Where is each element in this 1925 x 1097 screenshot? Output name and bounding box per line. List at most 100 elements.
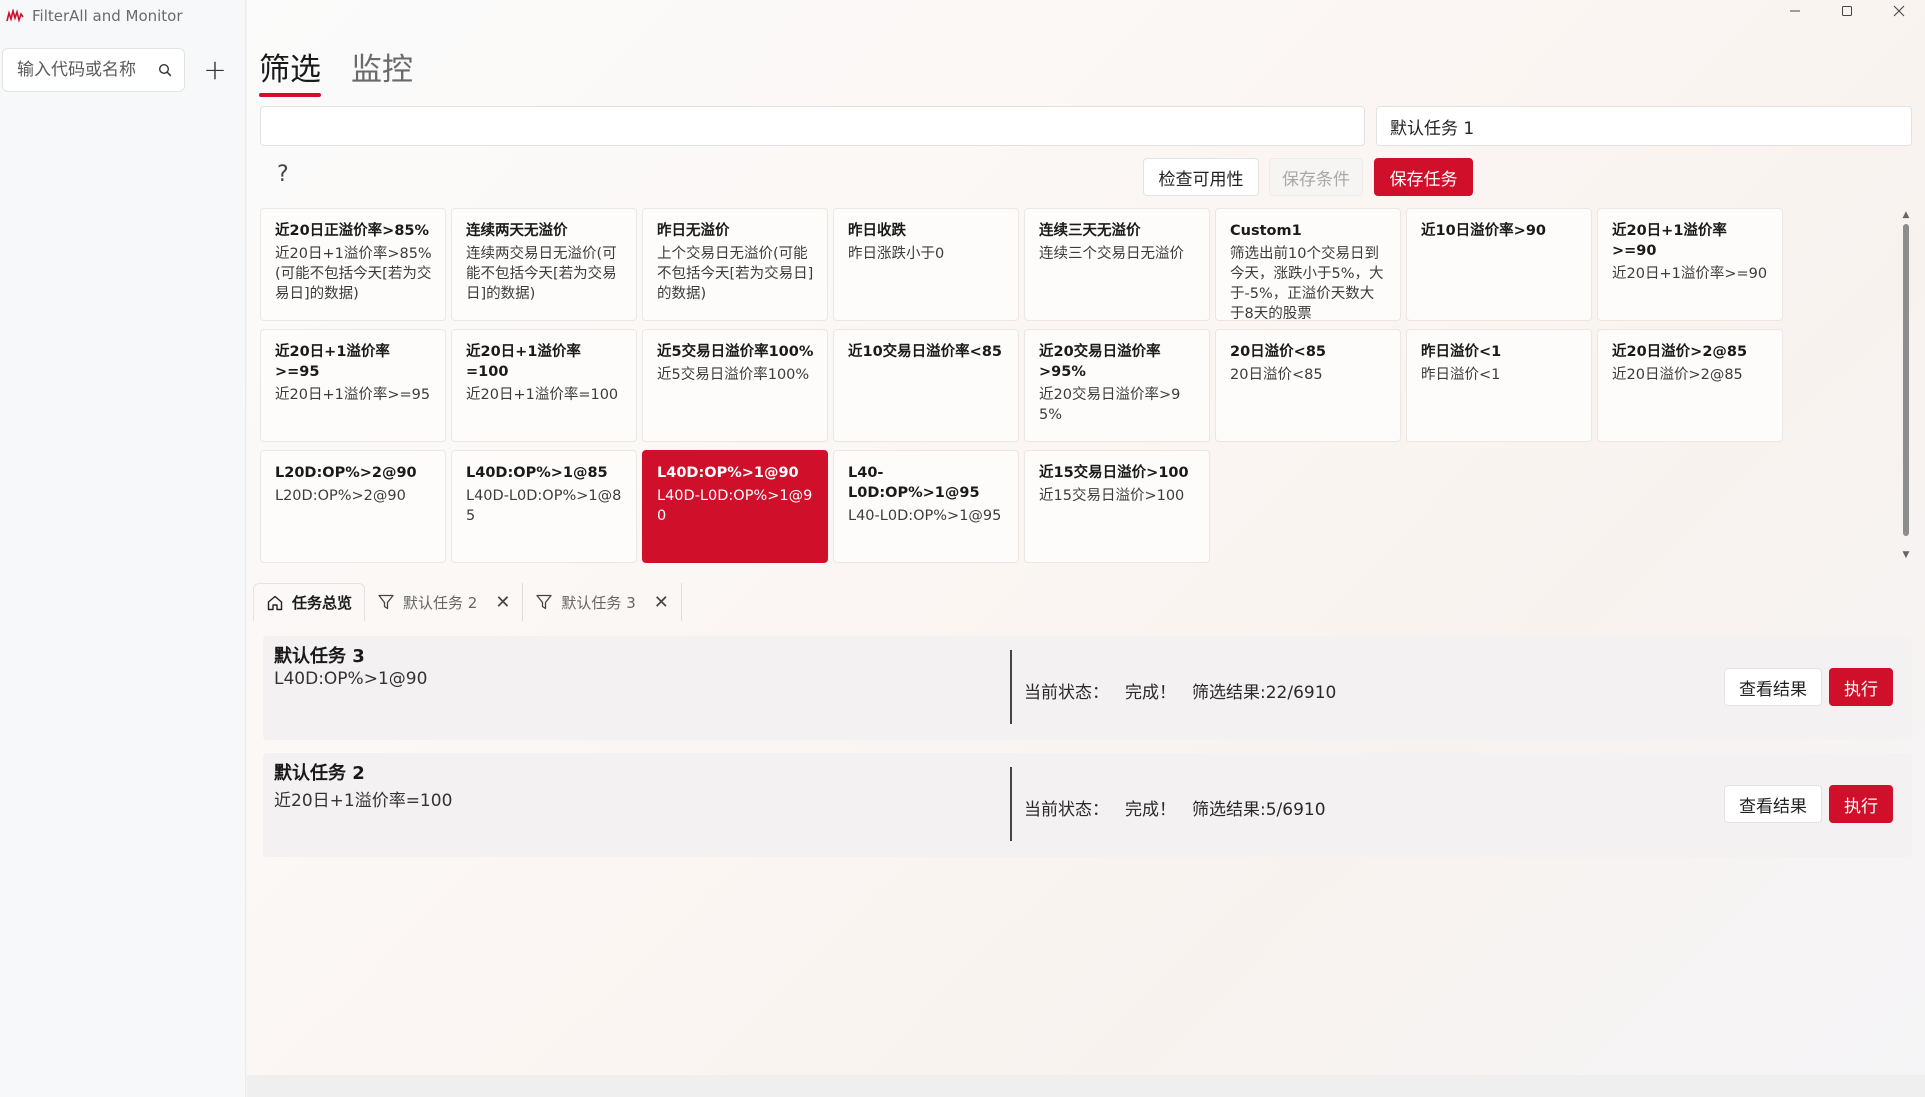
- tab-filter[interactable]: 筛选: [259, 44, 321, 97]
- condition-scrollbar[interactable]: ▲ ▼: [1901, 210, 1911, 560]
- condition-card[interactable]: 近20日溢价>2@85 近20日溢价>2@85: [1597, 329, 1783, 442]
- close-icon[interactable]: ✕: [495, 592, 510, 613]
- condition-title: 近20日+1溢价率>=95: [275, 344, 390, 380]
- condition-title: 近20日+1溢价率>=90: [1612, 223, 1727, 259]
- condition-title: 近10交易日溢价率<85: [848, 344, 1003, 360]
- condition-card[interactable]: 近20日+1溢价率=100 近20日+1溢价率=100: [451, 329, 637, 442]
- condition-title: 昨日无溢价: [657, 223, 730, 239]
- condition-title: Custom1: [1230, 223, 1302, 239]
- tab-label: 任务总览: [292, 594, 353, 612]
- tab-label: 默认任务 3: [561, 593, 636, 612]
- condition-card[interactable]: 近10交易日溢价率<85: [833, 329, 1019, 442]
- condition-title: 昨日收跌: [848, 223, 906, 239]
- status-label: 当前状态：: [1024, 800, 1109, 820]
- run-button[interactable]: 执行: [1829, 785, 1893, 823]
- condition-card[interactable]: 昨日收跌昨日涨跌小于0: [833, 208, 1019, 321]
- condition-title: 20日溢价<85: [1230, 344, 1327, 360]
- tab-task-2[interactable]: 默认任务 2 ✕: [365, 583, 524, 621]
- check-availability-button[interactable]: 检查可用性: [1143, 158, 1259, 196]
- condition-card[interactable]: 近10日溢价率>90: [1406, 208, 1592, 321]
- filter-icon: [536, 594, 553, 610]
- main-area: 筛选 监控 ? 检查可用性 保存条件 保存任务 近20日正溢价率>85%近20日…: [247, 0, 1925, 1097]
- condition-card[interactable]: 近20日+1溢价率>=90 近20日+1溢价率>=90: [1597, 208, 1783, 321]
- condition-desc: 近20日+1溢价率>=95: [275, 387, 431, 403]
- save-task-button[interactable]: 保存任务: [1374, 158, 1473, 196]
- tab-task-overview[interactable]: 任务总览: [253, 583, 366, 621]
- task-status: 当前状态： 完成！ 筛选结果:22/6910: [1024, 678, 1336, 703]
- condition-card[interactable]: 近20日正溢价率>85% 近20日+1溢价率>85%(可能不包括今天[若为交易日]…: [260, 208, 446, 321]
- condition-desc: L40D-L0D:OP%>1@85: [466, 488, 622, 524]
- condition-card[interactable]: 昨日无溢价上个交易日无溢价(可能不包括今天[若为交易日]的数据): [642, 208, 828, 321]
- help-button[interactable]: ?: [277, 162, 289, 187]
- condition-desc: 上个交易日无溢价(可能不包括今天[若为交易日]的数据): [657, 246, 814, 302]
- condition-desc: 近20日溢价>2@85: [1612, 367, 1743, 383]
- condition-card[interactable]: 连续三天无溢价 连续三个交易日无溢价: [1024, 208, 1210, 321]
- condition-card[interactable]: 近5交易日溢价率100% 近5交易日溢价率100%: [642, 329, 828, 442]
- condition-title: 近20交易日溢价率>95%: [1039, 344, 1161, 380]
- home-icon: [267, 595, 283, 610]
- status-value: 完成！: [1125, 800, 1176, 820]
- condition-desc: 筛选出前10个交易日到今天，涨跌小于5%，大于-5%，正溢价天数大于8天的股票: [1230, 246, 1384, 321]
- run-button[interactable]: 执行: [1829, 668, 1893, 706]
- tab-task-3[interactable]: 默认任务 3 ✕: [523, 583, 682, 621]
- condition-card[interactable]: L20D:OP%>2@90 L20D:OP%>2@90: [260, 450, 446, 563]
- condition-desc: 近15交易日溢价>100: [1039, 488, 1185, 504]
- condition-title: L20D:OP%>2@90: [275, 465, 417, 481]
- condition-card[interactable]: 近15交易日溢价>100 近15交易日溢价>100: [1024, 450, 1210, 563]
- condition-card[interactable]: 连续两天无溢价 连续两交易日无溢价(可能不包括今天[若为交易日]的数据): [451, 208, 637, 321]
- maximize-button[interactable]: [1821, 0, 1873, 22]
- condition-input[interactable]: [260, 106, 1365, 146]
- filter-result: 筛选结果:5/6910: [1192, 800, 1326, 820]
- add-button[interactable]: +: [200, 53, 230, 86]
- condition-title: 昨日溢价<1: [1421, 344, 1502, 360]
- search-box[interactable]: [2, 48, 185, 92]
- condition-card[interactable]: 20日溢价<85 20日溢价<85: [1215, 329, 1401, 442]
- condition-title: L40D:OP%>1@85: [466, 465, 608, 481]
- condition-title: 近10日溢价率>90: [1421, 223, 1547, 239]
- condition-card[interactable]: L40D:OP%>1@85 L40D-L0D:OP%>1@85: [451, 450, 637, 563]
- app-title-bar: FilterAll and Monitor: [6, 6, 183, 26]
- condition-desc: 近20日+1溢价率>=90: [1612, 266, 1768, 282]
- search-input[interactable]: [17, 60, 145, 80]
- close-window-button[interactable]: [1873, 0, 1925, 22]
- condition-card[interactable]: L40-L0D:OP%>1@95 L40-L0D:OP%>1@95: [833, 450, 1019, 563]
- task-condition: 近20日+1溢价率=100: [274, 791, 453, 811]
- scroll-thumb[interactable]: [1903, 224, 1909, 536]
- bottom-bar: [247, 1075, 1925, 1097]
- save-condition-button[interactable]: 保存条件: [1269, 158, 1363, 196]
- condition-grid: 近20日正溢价率>85% 近20日+1溢价率>85%(可能不包括今天[若为交易日]…: [260, 208, 1783, 563]
- minimize-button[interactable]: [1769, 0, 1821, 22]
- close-icon[interactable]: ✕: [654, 592, 669, 613]
- condition-card[interactable]: Custom1 筛选出前10个交易日到今天，涨跌小于5%，大于-5%，正溢价天数大…: [1215, 208, 1401, 321]
- condition-title: 近20日+1溢价率=100: [466, 344, 581, 380]
- view-result-button[interactable]: 查看结果: [1724, 668, 1822, 706]
- minimize-icon: [1790, 10, 1800, 12]
- condition-title: 连续两天无溢价: [466, 223, 568, 239]
- condition-title: 近20日溢价>2@85: [1612, 344, 1748, 360]
- divider: [1010, 650, 1012, 724]
- app-logo-icon: [6, 9, 24, 23]
- view-result-button[interactable]: 查看结果: [1724, 785, 1822, 823]
- condition-title: 近20日正溢价率>85%: [275, 223, 430, 239]
- tab-monitor[interactable]: 监控: [351, 44, 413, 97]
- condition-desc: L40D-L0D:OP%>1@90: [657, 488, 813, 524]
- condition-title: 连续三天无溢价: [1039, 223, 1141, 239]
- condition-title: L40D:OP%>1@90: [657, 465, 799, 481]
- condition-desc: 昨日溢价<1: [1421, 367, 1501, 383]
- condition-card[interactable]: 近20交易日溢价率>95% 近20交易日溢价率>95%: [1024, 329, 1210, 442]
- task-name: 默认任务 3: [274, 646, 365, 667]
- condition-card-selected[interactable]: L40D:OP%>1@90 L40D-L0D:OP%>1@90: [642, 450, 828, 563]
- tab-label: 默认任务 2: [403, 593, 478, 612]
- status-value: 完成！: [1125, 683, 1176, 703]
- task-name-input[interactable]: [1376, 106, 1912, 146]
- scroll-down-icon[interactable]: ▼: [1901, 550, 1911, 560]
- filter-result: 筛选结果:22/6910: [1192, 683, 1337, 703]
- divider: [1010, 767, 1012, 841]
- condition-card[interactable]: 昨日溢价<1 昨日溢价<1: [1406, 329, 1592, 442]
- scroll-up-icon[interactable]: ▲: [1901, 210, 1911, 220]
- task-condition: L40D:OP%>1@90: [274, 669, 428, 689]
- condition-desc: L40-L0D:OP%>1@95: [848, 508, 1002, 524]
- condition-desc: 昨日涨跌小于0: [848, 246, 945, 262]
- search-icon[interactable]: [158, 63, 172, 77]
- condition-card[interactable]: 近20日+1溢价率>=95 近20日+1溢价率>=95: [260, 329, 446, 442]
